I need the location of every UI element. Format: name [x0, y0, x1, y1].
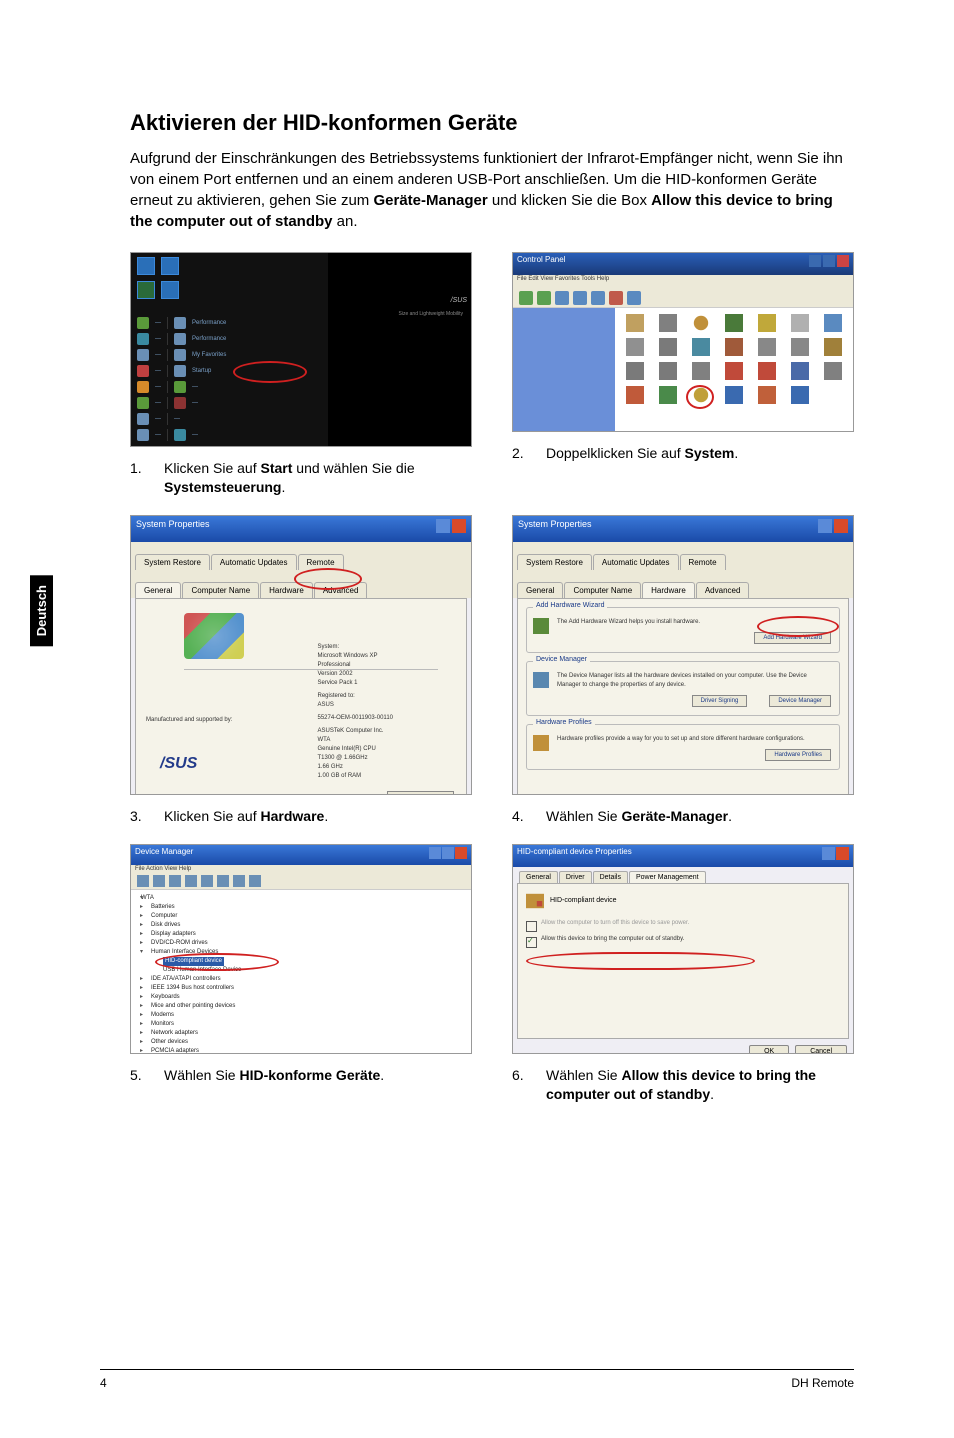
screenshot-device-manager: Device Manager File Action View Help WTA… [130, 844, 472, 1054]
intro-paragraph: Aufgrund der Einschränkungen des Betrieb… [130, 148, 854, 232]
step-1: 1. Klicken Sie auf Start und wählen Sie … [130, 459, 472, 497]
screenshot-hid-properties: HID-compliant device Properties General … [512, 844, 854, 1054]
step-5: 5. Wählen Sie HID-konforme Geräte. [130, 1066, 472, 1085]
screenshot-control-panel: Control Panel File Edit View Favorites T… [512, 252, 854, 432]
step-2: 2. Doppelklicken Sie auf System. [512, 444, 854, 463]
page-footer: 4 DH Remote [100, 1369, 854, 1390]
screenshot-system-properties-hardware: System Properties System Restore Automat… [512, 515, 854, 795]
page-number: 4 [100, 1376, 107, 1390]
highlight-oval [155, 953, 279, 971]
highlight-oval [526, 952, 755, 970]
highlight-oval [294, 568, 362, 590]
screenshot-asus-panel: —Performance —Performance —My Favorites … [130, 252, 472, 447]
highlight-oval [757, 616, 839, 637]
page-heading: Aktivieren der HID-konformen Geräte [130, 110, 854, 136]
step-6: 6. Wählen Sie Allow this device to bring… [512, 1066, 854, 1104]
screenshot-system-properties-general: System Properties System Restore Automat… [130, 515, 472, 795]
step-3: 3. Klicken Sie auf Hardware. [130, 807, 472, 826]
step-4: 4. Wählen Sie Geräte-Manager. [512, 807, 854, 826]
highlight-oval [233, 361, 307, 383]
footer-title: DH Remote [791, 1376, 854, 1390]
